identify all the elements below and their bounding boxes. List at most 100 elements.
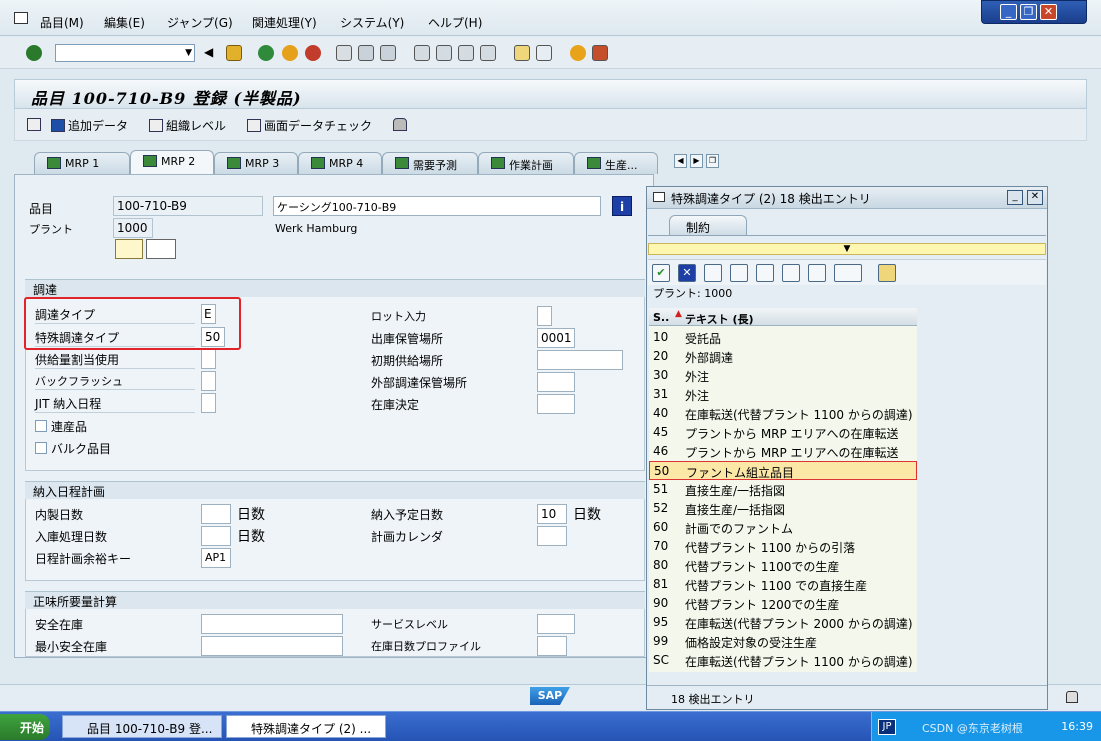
collapse-bar[interactable]: ▼	[648, 243, 1046, 255]
dialog-minimize-icon[interactable]: _	[1007, 190, 1023, 205]
coverage-profile-field[interactable]	[537, 636, 567, 656]
tab-next-icon[interactable]: ▶	[690, 154, 703, 168]
list-item[interactable]: 40 在庫転送(代替プラント 1100 からの調達)	[649, 404, 917, 423]
tab-prev-icon[interactable]: ◀	[674, 154, 687, 168]
material-description-field[interactable]: ケーシング100-710-B9	[273, 196, 601, 216]
tab-work-scheduling[interactable]: 作業計画	[478, 152, 574, 174]
default-supply-area-field[interactable]	[537, 350, 623, 370]
list-item[interactable]: 60 計画でのファントム	[649, 518, 917, 537]
sort-icon[interactable]	[782, 264, 800, 282]
list-item[interactable]: 50 ファントム組立品目	[649, 461, 917, 480]
menu-help[interactable]: ヘルプ(H)	[428, 14, 482, 31]
tab-restrictions[interactable]: 制約	[669, 215, 747, 235]
column-header-code[interactable]: S..	[653, 311, 669, 324]
restore-icon[interactable]: ❐	[1020, 4, 1037, 20]
find-next-icon[interactable]	[756, 264, 774, 282]
additional-data-button[interactable]: 追加データ	[51, 117, 128, 134]
org-select-icon[interactable]	[115, 239, 143, 259]
planned-delivery-field[interactable]: 10	[537, 504, 567, 524]
start-button[interactable]: 开始	[0, 714, 50, 740]
list-item[interactable]: 81 代替プラント 1100 での直接生産	[649, 575, 917, 594]
list-item[interactable]: 45 プラントから MRP エリアへの在庫転送	[649, 423, 917, 442]
tab-list-icon[interactable]: ❐	[706, 154, 719, 168]
save-icon[interactable]	[226, 45, 242, 61]
back-icon[interactable]	[258, 45, 274, 61]
exit-icon[interactable]	[282, 45, 298, 61]
task-material-window[interactable]: 品目 100-710-B9 登...	[62, 715, 222, 738]
close-icon[interactable]: ✕	[1040, 4, 1057, 20]
org-levels-button[interactable]: 組織レベル	[149, 117, 226, 134]
stock-determination-field[interactable]	[537, 394, 575, 414]
prev-page-icon[interactable]	[436, 45, 452, 61]
info-help-icon[interactable]	[808, 264, 826, 282]
print-menu-icon[interactable]	[834, 264, 862, 282]
next-page-icon[interactable]	[458, 45, 474, 61]
help-icon[interactable]	[570, 45, 586, 61]
last-page-icon[interactable]	[480, 45, 496, 61]
tab-mrp2[interactable]: MRP 2	[130, 150, 214, 174]
external-storage-field[interactable]	[537, 372, 575, 392]
menu-material[interactable]: 品目(M)	[40, 14, 84, 31]
list-item[interactable]: 46 プラントから MRP エリアへの在庫転送	[649, 442, 917, 461]
confirm-check-icon[interactable]: ✔	[652, 264, 670, 282]
gr-processing-field[interactable]	[201, 526, 231, 546]
list-item[interactable]: 51 直接生産/一括指図	[649, 480, 917, 499]
lock-status-icon[interactable]	[1066, 691, 1078, 703]
tab-production[interactable]: 生産...	[574, 152, 658, 174]
coproduct-checkbox[interactable]	[35, 420, 47, 432]
find-icon[interactable]	[730, 264, 748, 282]
back-arrow-icon[interactable]: ◀	[204, 45, 214, 61]
find-icon[interactable]	[358, 45, 374, 61]
list-item[interactable]: 31 外注	[649, 385, 917, 404]
menu-window-icon[interactable]	[14, 12, 28, 24]
first-page-icon[interactable]	[414, 45, 430, 61]
print-icon[interactable]	[336, 45, 352, 61]
language-indicator[interactable]: JP	[878, 719, 896, 735]
enter-check-icon[interactable]	[26, 45, 42, 61]
batch-entry-field[interactable]	[537, 306, 552, 326]
new-document-icon[interactable]	[704, 264, 722, 282]
menu-goto[interactable]: ジャンプ(G)	[167, 14, 233, 31]
menu-system[interactable]: システム(Y)	[340, 14, 404, 31]
service-level-field[interactable]	[537, 614, 575, 634]
layout-menu-icon[interactable]	[592, 45, 608, 61]
cancel-x-icon[interactable]: ✕	[678, 264, 696, 282]
min-safety-stock-field[interactable]	[201, 636, 343, 656]
list-item[interactable]: 95 在庫転送(代替プラント 2000 からの調達)	[649, 613, 917, 632]
list-item[interactable]: 80 代替プラント 1100での生産	[649, 556, 917, 575]
task-special-proc-window[interactable]: 特殊調達タイプ (2) ...	[226, 715, 386, 738]
tab-forecast[interactable]: 需要予測	[382, 152, 478, 174]
lock-icon[interactable]	[393, 118, 407, 131]
quota-field[interactable]	[201, 349, 216, 369]
info-icon[interactable]: i	[612, 196, 632, 216]
tab-mrp3[interactable]: MRP 3	[214, 152, 298, 174]
find-next-icon[interactable]	[380, 45, 396, 61]
tab-mrp1[interactable]: MRP 1	[34, 152, 130, 174]
command-field[interactable]: ▼	[55, 44, 195, 62]
shortcut-icon[interactable]	[536, 45, 552, 61]
check-screen-data-button[interactable]: 画面データチェック	[247, 117, 372, 134]
new-session-icon[interactable]	[514, 45, 530, 61]
personalize-icon[interactable]	[878, 264, 896, 282]
planning-calendar-field[interactable]	[537, 526, 567, 546]
bulk-material-checkbox[interactable]	[35, 442, 47, 454]
tab-mrp4[interactable]: MRP 4	[298, 152, 382, 174]
org-icon[interactable]	[27, 118, 41, 131]
list-item[interactable]: 30 外注	[649, 366, 917, 385]
menu-environment[interactable]: 関連処理(Y)	[252, 14, 317, 31]
backflush-field[interactable]	[201, 371, 216, 391]
list-item[interactable]: 90 代替プラント 1200での生産	[649, 594, 917, 613]
production-storage-field[interactable]: 0001	[537, 328, 575, 348]
list-item[interactable]: 70 代替プラント 1100 からの引落	[649, 537, 917, 556]
safety-stock-field[interactable]	[201, 614, 343, 634]
list-item[interactable]: 20 外部調達	[649, 347, 917, 366]
sched-margin-key-field[interactable]: AP1	[201, 548, 231, 568]
cancel-icon[interactable]	[305, 45, 321, 61]
chevron-down-icon[interactable]: ▼	[185, 48, 192, 58]
menu-edit[interactable]: 編集(E)	[104, 14, 145, 31]
jit-field[interactable]	[201, 393, 216, 413]
list-item[interactable]: 52 直接生産/一括指図	[649, 499, 917, 518]
list-item[interactable]: 99 価格設定対象の受注生産	[649, 632, 917, 651]
list-item[interactable]: SC 在庫転送(代替プラント 1100 からの調達)	[649, 651, 917, 670]
list-item[interactable]: 10 受託品	[649, 328, 917, 347]
